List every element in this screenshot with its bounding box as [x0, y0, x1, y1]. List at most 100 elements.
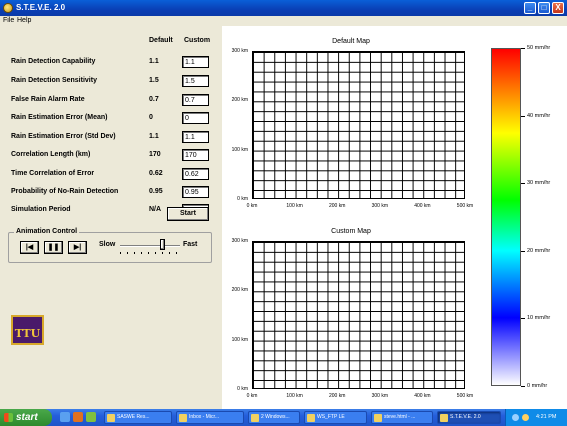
scale-tick — [521, 48, 525, 49]
app-icon — [3, 3, 13, 13]
taskbar-button-label: Inbox - Micr... — [189, 414, 220, 420]
map-x-tick-label: 200 km — [328, 203, 346, 209]
menu-file[interactable]: File — [3, 17, 14, 24]
taskbar-app-icon — [307, 414, 315, 422]
scale-label: 40 mm/hr — [527, 112, 551, 119]
scale-label: 20 mm/hr — [527, 247, 551, 254]
minimize-button[interactable]: _ — [524, 2, 536, 14]
param-custom-input[interactable] — [182, 149, 209, 161]
start-menu-button[interactable]: start — [0, 409, 52, 426]
param-custom-input[interactable] — [182, 75, 209, 87]
taskbar-button[interactable]: S.T.E.V.E. 2.0 — [437, 411, 501, 424]
param-custom-input[interactable] — [182, 186, 209, 198]
speed-slider-thumb[interactable] — [160, 239, 165, 250]
system-tray: 4:21 PM — [505, 409, 567, 426]
taskbar-button[interactable]: steve.html - ... — [371, 411, 433, 424]
map-y-tick-label: 0 km — [237, 386, 248, 392]
param-default-value: N/A — [149, 206, 162, 213]
close-button[interactable]: X — [552, 2, 564, 14]
param-default-value: 1.5 — [149, 77, 159, 84]
map-x-tick-label: 100 km — [286, 393, 303, 399]
map-y-tick-label: 200 km — [231, 97, 248, 104]
map-y-tick-label: 300 km — [231, 48, 248, 54]
pause-button[interactable]: ❚❚ — [44, 241, 63, 254]
taskbar-button-label: steve.html - ... — [384, 414, 416, 420]
scale-label: 10 mm/hr — [527, 315, 551, 322]
start-label: start — [16, 412, 38, 423]
map-x-tick-label: 0 km — [246, 203, 258, 209]
map-y-tick-label: 200 km — [231, 287, 248, 294]
map-x-tick-label: 400 km — [414, 203, 431, 209]
logo-text: TTU — [14, 327, 41, 340]
taskbar-button-label: 2 Windows... — [261, 414, 290, 420]
param-default-value: 0.7 — [149, 96, 159, 103]
scale-label: 0 mm/hr — [527, 383, 548, 389]
taskbar-app-icon — [179, 414, 187, 422]
param-custom-input[interactable] — [182, 94, 209, 106]
taskbar-button-label: SASWE Res... — [117, 414, 150, 420]
param-default-value: 0.95 — [149, 188, 163, 195]
firefox-icon[interactable] — [73, 412, 83, 422]
param-label: Rain Detection Capability — [11, 58, 96, 65]
rewind-button[interactable]: |◀ — [20, 241, 39, 254]
param-label: Rain Estimation Error (Mean) — [11, 114, 108, 121]
scale-tick — [521, 183, 525, 185]
param-label: Probability of No-Rain Detection — [11, 188, 119, 195]
map-x-tick-label: 300 km — [371, 203, 388, 209]
menu-help[interactable]: Help — [17, 17, 31, 24]
taskbar-button[interactable]: WS_FTP LE — [304, 411, 367, 424]
map-title: Default Map — [332, 38, 370, 45]
param-label: Time Correlation of Error — [11, 170, 95, 177]
taskbar-app-icon — [374, 414, 382, 422]
network-icon[interactable] — [512, 414, 519, 421]
param-label: Rain Estimation Error (Std Dev) — [11, 133, 116, 140]
param-default-value: 170 — [149, 151, 161, 158]
scale-label: 30 mm/hr — [527, 180, 551, 187]
taskbar-button-label: WS_FTP LE — [317, 414, 345, 420]
map-grid — [252, 241, 465, 389]
volume-icon[interactable] — [522, 414, 529, 421]
map-x-tick-label: 400 km — [414, 393, 431, 399]
scale-tick — [521, 318, 525, 320]
map-y-tick-label: 0 km — [237, 196, 248, 202]
title-bar: S.T.E.V.E. 2.0 _ □ X — [0, 0, 567, 16]
ttu-logo: TTU — [11, 315, 44, 345]
maximize-button[interactable]: □ — [538, 2, 550, 14]
taskbar-app-icon — [251, 414, 259, 422]
map-title: Custom Map — [331, 228, 371, 235]
window-title: S.T.E.V.E. 2.0 — [16, 3, 66, 12]
ie-icon[interactable] — [60, 412, 70, 422]
menu-bar: File Help — [0, 16, 567, 26]
param-custom-input[interactable] — [182, 131, 209, 143]
taskbar-app-icon — [107, 414, 115, 422]
start-button[interactable]: Start — [167, 207, 209, 221]
desktop-icon[interactable] — [86, 412, 96, 422]
param-default-value: 0 — [149, 114, 153, 121]
taskbar-button[interactable]: 2 Windows... — [248, 411, 300, 424]
color-scale-bar — [491, 48, 521, 386]
clock: 4:21 PM — [536, 414, 557, 420]
speed-slider-track[interactable] — [120, 245, 180, 247]
param-default-value: 0.62 — [149, 170, 163, 177]
scale-tick — [521, 250, 525, 252]
map-x-tick-label: 200 km — [328, 393, 346, 399]
speed-slider-ticks — [120, 252, 180, 254]
map-y-tick-label: 300 km — [231, 238, 248, 244]
param-custom-input[interactable] — [182, 112, 209, 124]
forward-button[interactable]: ▶| — [68, 241, 87, 254]
default-column-header: Default — [149, 37, 173, 44]
taskbar-button[interactable]: SASWE Res... — [104, 411, 172, 424]
param-custom-input[interactable] — [182, 168, 209, 180]
param-label: Simulation Period — [11, 206, 71, 213]
map-grid — [252, 51, 465, 199]
param-custom-input[interactable] — [182, 56, 209, 68]
map-y-tick-label: 100 km — [231, 336, 248, 343]
map-y-tick-label: 100 km — [231, 146, 248, 153]
taskbar-app-icon — [440, 414, 448, 422]
param-label: Rain Detection Sensitivity — [11, 77, 97, 84]
slow-label: Slow — [99, 241, 116, 248]
param-label: False Rain Alarm Rate — [11, 96, 85, 103]
client-area: Default Custom Rain Detection Capability… — [0, 26, 567, 409]
maps-panel: Default Map 300 km 200 km 100 km 0 km 0 km 100… — [222, 26, 480, 409]
taskbar-button[interactable]: Inbox - Micr... — [176, 411, 244, 424]
